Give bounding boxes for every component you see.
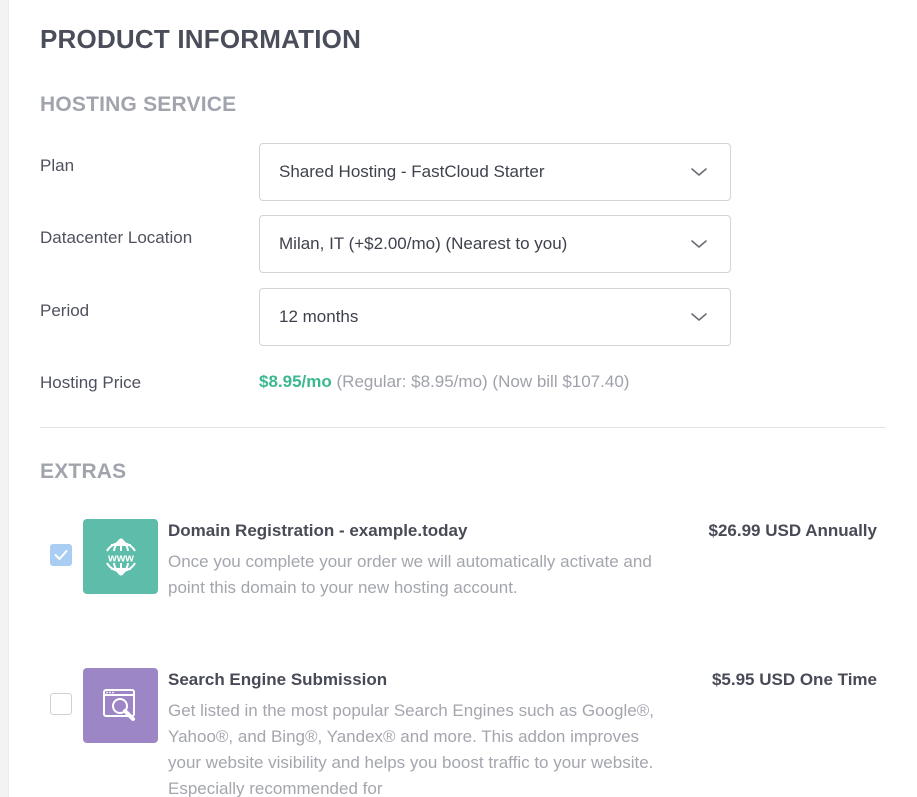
price-regular: (Regular: $8.95/mo)	[336, 372, 488, 391]
price-bill: (Now bill $107.40)	[492, 372, 630, 391]
search-engine-submission-description: Get listed in the most popular Search En…	[168, 701, 654, 797]
hosting-price: $8.95/mo (Regular: $8.95/mo) (Now bill $…	[259, 372, 629, 392]
period-label: Period	[40, 301, 90, 320]
search-engine-submission-price: $5.95 USD One Time	[711, 670, 877, 689]
plan-label: Plan	[40, 156, 75, 175]
chevron-down-icon	[691, 240, 707, 248]
product-information-panel: PRODUCT INFORMATION HOSTING SERVICE Plan…	[8, 0, 917, 797]
www-text: www	[107, 552, 134, 564]
domain-registration-checkbox[interactable]	[50, 544, 72, 566]
price-value: $8.95/mo	[259, 372, 332, 391]
chevron-down-icon	[691, 168, 707, 176]
search-engine-icon	[102, 688, 135, 721]
domain-registration-tile: www	[83, 519, 158, 594]
hosting-section-title: HOSTING SERVICE	[40, 93, 237, 116]
checkmark-icon	[54, 550, 68, 560]
location-select-value: Milan, IT (+$2.00/mo) (Nearest to you)	[279, 234, 568, 253]
chevron-down-icon	[691, 313, 707, 321]
section-divider	[40, 427, 886, 428]
search-engine-submission-checkbox[interactable]	[50, 693, 72, 715]
period-select-value: 12 months	[279, 307, 359, 326]
location-label: Datacenter Location	[40, 228, 193, 247]
extras-section-title: EXTRAS	[40, 460, 127, 483]
search-engine-submission-title: Search Engine Submission	[168, 670, 388, 689]
domain-registration-title: Domain Registration - example.today	[168, 521, 468, 540]
page-title: PRODUCT INFORMATION	[40, 24, 362, 54]
plan-select-value: Shared Hosting - FastCloud Starter	[279, 162, 545, 181]
domain-registration-description: Once you complete your order we will aut…	[168, 552, 652, 597]
domain-registration-price: $26.99 USD Annually	[708, 521, 878, 540]
location-select[interactable]: Milan, IT (+$2.00/mo) (Nearest to you)	[259, 215, 731, 273]
price-label: Hosting Price	[40, 373, 142, 392]
globe-www-icon: www	[105, 537, 136, 576]
period-select[interactable]: 12 months	[259, 288, 731, 346]
plan-select[interactable]: Shared Hosting - FastCloud Starter	[259, 143, 731, 201]
search-engine-submission-tile	[83, 668, 158, 743]
